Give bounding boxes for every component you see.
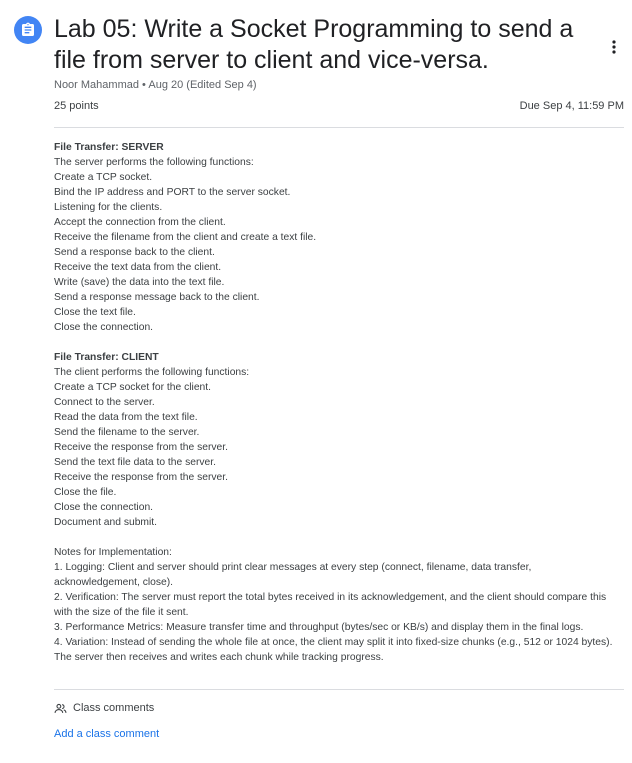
assignment-page: Lab 05: Write a Socket Programming to se… <box>0 0 632 763</box>
client-line: Close the file. <box>54 487 117 498</box>
server-line: Listening for the clients. <box>54 202 163 213</box>
client-line: The client performs the following functi… <box>54 367 250 378</box>
more-options-button[interactable] <box>604 35 624 59</box>
server-line: Close the connection. <box>54 322 154 333</box>
server-heading: File Transfer: SERVER <box>54 142 164 153</box>
note-item: 1. Logging: Client and server should pri… <box>54 562 532 588</box>
posted-date: Aug 20 (Edited Sep 4) <box>148 79 257 91</box>
server-line: Bind the IP address and PORT to the serv… <box>54 187 291 198</box>
author-name: Noor Mahammad <box>54 79 139 91</box>
client-line: Send the filename to the server. <box>54 427 200 438</box>
assignment-icon <box>14 16 42 44</box>
server-line: Receive the filename from the client and… <box>54 232 317 243</box>
class-comments-label: Class comments <box>73 702 155 714</box>
meta-separator: • <box>142 79 146 91</box>
server-line: Accept the connection from the client. <box>54 217 226 228</box>
client-line: Create a TCP socket for the client. <box>54 382 212 393</box>
client-line: Close the connection. <box>54 502 154 513</box>
notes-heading: Notes for Implementation: <box>54 547 172 558</box>
comments-divider <box>54 689 624 690</box>
server-line: Receive the text data from the client. <box>54 262 222 273</box>
class-comments-header: Class comments <box>54 702 154 714</box>
server-line: Close the text file. <box>54 307 136 318</box>
add-class-comment-link[interactable]: Add a class comment <box>54 728 159 740</box>
note-item: 4. Variation: Instead of sending the who… <box>54 637 613 663</box>
header-divider <box>54 127 624 128</box>
client-line: Receive the response from the server. <box>54 442 228 453</box>
note-item: 3. Performance Metrics: Measure transfer… <box>54 622 584 633</box>
server-line: Write (save) the data into the text file… <box>54 277 225 288</box>
client-line: Read the data from the text file. <box>54 412 198 423</box>
client-heading: File Transfer: CLIENT <box>54 352 159 363</box>
points-value: 25 points <box>54 100 99 112</box>
server-line: Create a TCP socket. <box>54 172 153 183</box>
server-line: Send a response back to the client. <box>54 247 215 258</box>
server-line: Send a response message back to the clie… <box>54 292 260 303</box>
client-line: Document and submit. <box>54 517 158 528</box>
server-line: The server performs the following functi… <box>54 157 254 168</box>
note-item: 2. Verification: The server must report … <box>54 592 607 618</box>
client-line: Connect to the server. <box>54 397 155 408</box>
client-line: Send the text file data to the server. <box>54 457 216 468</box>
due-date: Due Sep 4, 11:59 PM <box>519 100 624 112</box>
more-vert-icon <box>612 40 616 54</box>
assignment-title: Lab 05: Write a Socket Programming to se… <box>54 15 574 74</box>
assignment-description: File Transfer: SERVER The server perform… <box>54 140 620 665</box>
people-icon <box>54 703 67 713</box>
client-line: Receive the response from the server. <box>54 472 228 483</box>
assignment-meta: Noor Mahammad • Aug 20 (Edited Sep 4) <box>54 79 257 91</box>
